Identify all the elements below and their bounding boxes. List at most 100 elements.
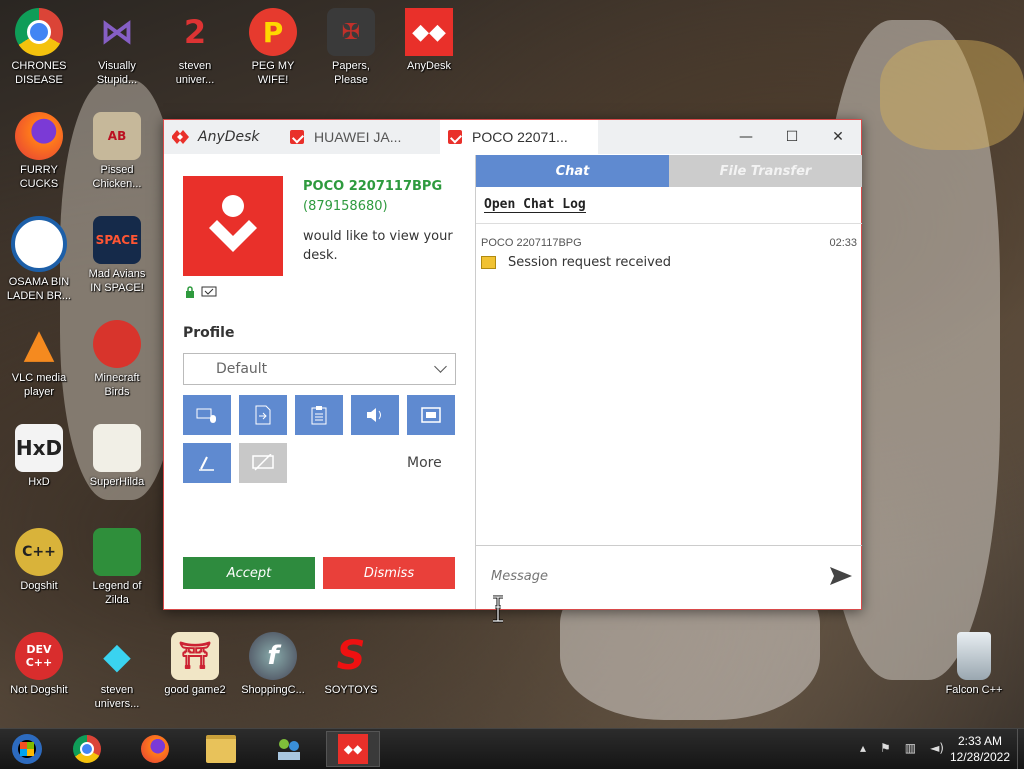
desktop-icon-falcon[interactable]: Falcon C++	[936, 632, 1012, 697]
profile-label: Profile	[183, 325, 235, 341]
profile-dropdown[interactable]: Default	[183, 353, 456, 385]
message-input[interactable]	[489, 568, 813, 585]
chat-tabs: Chat File Transfer	[476, 155, 862, 187]
chevron-down-icon	[434, 360, 447, 373]
tab-label: POCO 22071...	[472, 129, 568, 145]
taskbar-anydesk[interactable]: ◆◆	[326, 731, 380, 767]
monitor-check-icon	[201, 286, 217, 297]
open-chat-log-link[interactable]: Open Chat Log	[484, 197, 586, 213]
maximize-button[interactable]: ☐	[769, 120, 815, 154]
desktop-icon-visual-studio[interactable]: ⋈ Visually Stupid...	[79, 8, 155, 87]
message-time: 02:33	[829, 237, 857, 249]
desktop-icon-chrome[interactable]: CHRONES DISEASE	[1, 8, 77, 87]
torii-icon: ⛩	[171, 632, 219, 680]
tab-chat[interactable]: Chat	[476, 155, 669, 187]
taskbar-firefox[interactable]	[128, 731, 182, 767]
draw-button[interactable]	[183, 443, 231, 483]
title-bar[interactable]: AnyDesk HUAWEI JA... POCO 22071... — ☐ ✕	[164, 120, 861, 154]
screen-button[interactable]	[407, 395, 455, 435]
desktop-icon-peg[interactable]: P PEG MY WIFE!	[235, 8, 311, 87]
anydesk-user-icon	[209, 195, 257, 252]
privacy-mode-button[interactable]	[239, 443, 287, 483]
message-text: Session request received	[508, 255, 672, 270]
screen-icon	[421, 407, 441, 423]
desktop-icon-minecraft-birds[interactable]: Minecraft Birds	[79, 320, 155, 399]
clipboard-icon	[311, 406, 327, 425]
desktop-icon-steven-universe-2[interactable]: ◆ steven univers...	[79, 632, 155, 711]
desktop-icon-osama[interactable]: OSAMA BIN LADEN BR...	[1, 216, 77, 303]
chrome-icon	[73, 735, 101, 763]
taskbar-explorer[interactable]	[194, 731, 248, 767]
keyboard-mouse-icon	[196, 408, 216, 423]
folder-icon	[206, 735, 236, 763]
request-message: would like to view your desk.	[303, 229, 453, 263]
start-button[interactable]	[0, 731, 54, 767]
tab-file-transfer[interactable]: File Transfer	[669, 155, 862, 187]
anydesk-icon: ◆◆	[338, 734, 368, 764]
show-desktop-button[interactable]	[1017, 729, 1024, 769]
volume-icon[interactable]: ◄)	[930, 741, 944, 755]
tab-huawei[interactable]: HUAWEI JA...	[282, 120, 440, 154]
dismiss-button[interactable]: Dismiss	[323, 557, 455, 589]
desktop-icon-anydesk[interactable]: ◆◆ AnyDesk	[391, 8, 467, 73]
system-tray: ▴ ⚑ ▥ ◄)	[860, 741, 944, 755]
wallpaper-light	[880, 40, 1024, 150]
tray-expand-icon[interactable]: ▴	[860, 741, 866, 755]
request-panel: POCO 2207117BPG (879158680) would like t…	[164, 155, 475, 609]
device-id: (879158680)	[303, 199, 388, 214]
obama-logo-icon	[11, 216, 67, 272]
desktop-icon-vlc[interactable]: ▲ VLC media player	[1, 320, 77, 399]
desktop-icon-dogshit[interactable]: C++ Dogshit	[1, 528, 77, 593]
desktop-icon-pissed-chicken[interactable]: AB Pissed Chicken...	[79, 112, 155, 191]
pixel-link-icon	[93, 528, 141, 576]
desktop-icon-not-dogshit[interactable]: DEV C++ Not Dogshit	[1, 632, 77, 697]
app-brand: AnyDesk	[164, 128, 282, 146]
send-icon[interactable]	[829, 566, 853, 586]
desktop-icon-good-game2[interactable]: ⛩ good game2	[157, 632, 233, 697]
desktop-icon-mad-avians[interactable]: SPACE Mad Avians IN SPACE!	[79, 216, 155, 295]
clipboard-button[interactable]	[295, 395, 343, 435]
file-transfer-icon	[255, 405, 271, 425]
anydesk-tab-icon	[290, 130, 304, 144]
taskbar-network[interactable]	[262, 731, 316, 767]
desktop-icon-shoppingc[interactable]: f ShoppingC...	[235, 632, 311, 697]
minimize-button[interactable]: —	[723, 120, 769, 154]
audio-button[interactable]	[351, 395, 399, 435]
network-people-icon	[278, 739, 300, 760]
desktop-icon-soytoys[interactable]: S SOYTOYS	[313, 632, 389, 697]
firefox-icon	[15, 112, 63, 160]
file-manager-button[interactable]	[239, 395, 287, 435]
codeblocks-icon: C++	[15, 528, 63, 576]
desktop-icon-hxd[interactable]: HxD HxD	[1, 424, 77, 489]
chrome-icon	[15, 8, 63, 56]
lock-icon	[186, 286, 194, 298]
network-icon[interactable]: ▥	[905, 741, 916, 755]
more-button[interactable]: More	[407, 455, 442, 471]
desktop-icon-superhilda[interactable]: SuperHilda	[79, 424, 155, 489]
privacy-screen-icon	[252, 454, 274, 471]
text-cursor-icon	[493, 595, 503, 623]
action-center-flag-icon[interactable]: ⚑	[880, 741, 891, 755]
clock[interactable]: 2:33 AM 12/28/2022	[950, 733, 1010, 765]
hxd-icon: HxD	[15, 424, 63, 472]
keyboard-mouse-button[interactable]	[183, 395, 231, 435]
chat-message: Session request received	[481, 255, 671, 270]
anydesk-icon: ◆◆	[405, 8, 453, 56]
desktop-icon-papers-please[interactable]: ✠ Papers, Please	[313, 8, 389, 87]
desktop-icon-firefox[interactable]: FURRY CUCKS	[1, 112, 77, 191]
close-button[interactable]: ✕	[815, 120, 861, 154]
tab-poco[interactable]: POCO 22071...	[440, 120, 598, 154]
message-composer	[476, 545, 862, 610]
taskbar-chrome[interactable]	[60, 731, 114, 767]
desktop-icon-steven-universe[interactable]: 2 steven univer...	[157, 8, 233, 87]
soytoys-icon: S	[336, 633, 366, 679]
pen-icon	[199, 456, 214, 471]
accept-button[interactable]: Accept	[183, 557, 315, 589]
status-icons	[185, 286, 217, 298]
profile-selected: Default	[216, 361, 268, 377]
steven-universe-icon: 2	[183, 13, 207, 51]
desktop-icon-legend-of-zilda[interactable]: Legend of Zilda	[79, 528, 155, 607]
recycle-bin-icon	[957, 632, 991, 680]
anydesk-window: AnyDesk HUAWEI JA... POCO 22071... — ☐ ✕…	[163, 119, 862, 610]
remote-avatar	[183, 176, 283, 276]
